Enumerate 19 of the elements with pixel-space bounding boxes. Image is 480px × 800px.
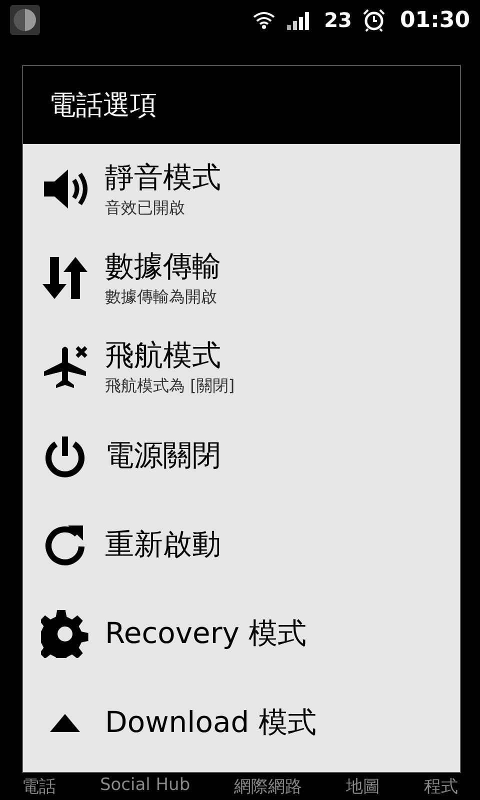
- battery-level: 23: [324, 8, 352, 32]
- menu-item[interactable]: Recovery 模式: [23, 589, 460, 678]
- clock: 01:30: [400, 8, 470, 32]
- dock-label[interactable]: Social Hub: [100, 775, 190, 798]
- dock-label[interactable]: 網際網路: [234, 775, 302, 798]
- menu-item[interactable]: 靜音模式 音效已開啟: [23, 144, 460, 233]
- alarm-icon: [362, 8, 386, 32]
- wifi-icon: [252, 10, 276, 30]
- dialog-title: 電話選項: [49, 89, 157, 123]
- dock-label[interactable]: 地圖: [346, 775, 380, 798]
- menu-item[interactable]: 電源關閉: [23, 411, 460, 500]
- menu-item[interactable]: 飛航模式 飛航模式為 [關閉]: [23, 322, 460, 411]
- dock-label[interactable]: 電話: [22, 775, 56, 798]
- menu-item[interactable]: Download 模式: [23, 678, 460, 767]
- arrow-up-icon: [50, 714, 80, 732]
- menu-item[interactable]: 數據傳輸 數據傳輸為開啟: [23, 233, 460, 322]
- dock-label[interactable]: 程式: [424, 775, 458, 798]
- menu-item[interactable]: 重新啟動: [23, 500, 460, 589]
- gear-icon: [41, 610, 89, 658]
